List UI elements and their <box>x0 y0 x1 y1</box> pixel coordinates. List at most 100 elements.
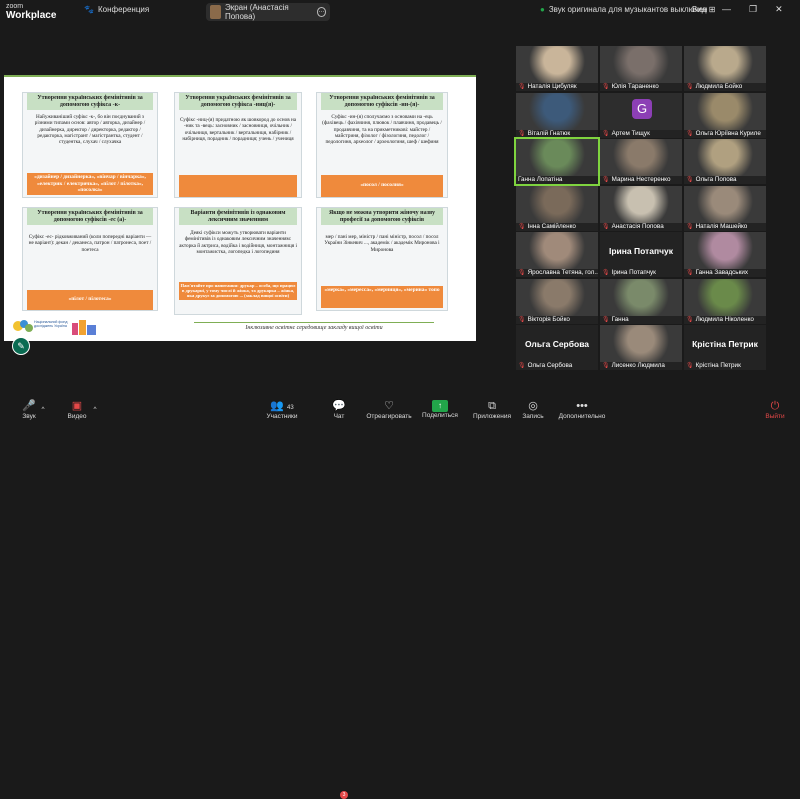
participant-name-label: Ганна Завадських <box>695 269 748 276</box>
participant-name: 🎙 Ольга Попова <box>686 175 737 184</box>
participant-video <box>684 139 766 176</box>
participant-video: G <box>600 92 682 130</box>
participant-name: 🎙 Юлія Тараненко <box>602 82 659 91</box>
more-icon: ••• <box>576 399 588 412</box>
participant-tile[interactable]: 🎙 Юлія Тараненко <box>600 46 682 91</box>
react-button[interactable]: ♡ Отреагировать <box>364 394 414 425</box>
annotate-pencil-icon[interactable]: ✎ <box>12 337 30 355</box>
participant-tile[interactable]: 🎙 Ганна <box>600 278 682 324</box>
participant-name-label: Крістіна Петрик <box>695 362 741 369</box>
record-button[interactable]: ◎ Запись <box>518 394 548 425</box>
participant-video <box>516 139 598 176</box>
video-options[interactable]: ^ <box>90 394 100 425</box>
view-button[interactable]: Вид ⊞ <box>692 5 715 14</box>
participants-button[interactable]: 👥 43 Участники <box>262 394 302 425</box>
original-sound-label: Звук оригинала для музыкантов выключен <box>548 5 708 14</box>
participant-name-label: Марина Нестеренко <box>611 176 671 183</box>
maximize-icon[interactable]: ❐ <box>749 4 757 15</box>
participant-tile[interactable]: 🎙 Лисенко Людмила <box>600 325 682 370</box>
share-button[interactable]: ↑ Поделиться <box>420 394 460 425</box>
participant-tile[interactable]: 🎙 Анастасія Попова <box>600 185 682 231</box>
participant-name: 🎙 Лисенко Людмила <box>602 361 665 370</box>
mic-muted-icon: 🎙 <box>602 177 610 183</box>
record-icon: ◎ <box>528 399 538 412</box>
share-label: Поделиться <box>422 412 458 419</box>
participant-tile[interactable]: 🎙 Віталій Гнатюк <box>516 92 598 138</box>
mic-muted-icon: 🎙 <box>686 130 694 137</box>
minimize-icon[interactable]: — <box>722 4 731 15</box>
shield-check-icon: ● <box>540 5 545 14</box>
participant-tile[interactable]: 🎙 Ольга Попова <box>684 139 766 184</box>
more-options-icon[interactable]: … <box>316 7 326 17</box>
participant-name: 🎙 Анастасія Попова <box>602 222 664 231</box>
participant-tile[interactable]: Ірина Потапчук 🎙 Ірина Потапчук <box>600 232 682 277</box>
video-off-icon: ▣ <box>71 399 83 412</box>
mic-muted-icon: 🎙 <box>686 84 694 90</box>
participants-label: Участники <box>266 412 298 420</box>
participant-name-label: Ярославна Тетяна, гол... <box>527 269 598 276</box>
paw-icon: 🐾 <box>84 5 94 14</box>
audio-options[interactable]: ^ <box>38 394 48 425</box>
apps-button[interactable]: ⧉ Приложения <box>470 394 514 425</box>
participant-tile[interactable]: 🎙 Людмила Бойко <box>684 46 766 91</box>
participant-tile[interactable]: Крістіна Петрик 🎙 Крістіна Петрик <box>684 325 766 370</box>
participant-name-label: Вікторія Бойко <box>527 315 570 323</box>
participant-tile[interactable]: 🎙 Марина Нестеренко <box>600 139 682 184</box>
participant-tile[interactable]: 🎙 Ярославна Тетяна, гол... <box>516 232 598 277</box>
mic-muted-icon: 🎤 <box>22 399 36 412</box>
participant-tile[interactable]: 🎙 Людмила Ніколенко <box>684 278 766 324</box>
participant-big-name: Ольга Сербова <box>524 339 590 349</box>
slide-top-border <box>4 75 476 77</box>
conference-label: Конференция <box>97 5 150 14</box>
participant-name-label: Ольга Сербова <box>527 362 573 369</box>
participants-count: 43 <box>287 404 294 411</box>
participant-video <box>684 232 766 269</box>
mic-muted-icon: 🎙 <box>518 316 526 323</box>
card-body: Суфікс -ес- рідковживаний (коли попередн… <box>28 234 152 253</box>
mic-muted-icon: 🎙 <box>518 84 526 90</box>
participant-name-label: Артем Тищук <box>611 129 650 137</box>
chat-icon: 💬 <box>332 399 346 412</box>
participant-tile[interactable]: 🎙 Ольга Юріївна Куриле <box>684 92 766 138</box>
participant-name-label: Віталій Гнатюк <box>527 129 571 137</box>
participant-tile[interactable]: Ганна Лопатіна <box>514 137 600 186</box>
participant-tile[interactable]: 🎙 Наталія Цибуляк <box>516 46 598 91</box>
participant-name: 🎙 Ольга Юріївна Куриле <box>686 129 761 138</box>
shared-screen: Утворення українських фемінітивів за доп… <box>4 75 476 341</box>
participant-name-label: Людмила Бойко <box>695 83 743 90</box>
mic-muted-icon: 🎙 <box>686 177 694 183</box>
mic-muted-icon: 🎙 <box>518 270 526 276</box>
mic-muted-icon: 🎙 <box>602 363 610 369</box>
leave-button[interactable]: ⏻ Выйти <box>760 394 790 425</box>
chat-button[interactable]: 💬 Чат <box>326 394 352 425</box>
slide-footer-line <box>194 322 434 323</box>
more-button[interactable]: ••• Дополнительно <box>556 394 608 425</box>
participant-name-label: Анастасія Попова <box>611 222 664 230</box>
participant-name: Ганна Лопатіна <box>518 175 562 184</box>
participant-tile[interactable]: 🎙 Ганна Завадських <box>684 232 766 277</box>
participant-name-label: Наталія Цибуляк <box>527 83 577 90</box>
participant-tile[interactable]: Ольга Сербова 🎙 Ольга Сербова <box>516 325 598 370</box>
participant-tile[interactable]: 🎙 Інна Самійленко <box>516 185 598 231</box>
react-label: Отреагировать <box>366 412 412 420</box>
logo-text: Національний фонд досліджень Україна <box>34 320 68 328</box>
participant-tile[interactable]: G 🎙 Артем Тищук <box>600 92 682 138</box>
participant-name: 🎙 Вікторія Бойко <box>518 315 570 324</box>
card-footer: Пам'ятайте про напитання: друкар – особа… <box>179 282 297 300</box>
app-logo: zoom Workplace <box>6 2 56 22</box>
mic-muted-icon: 🎙 <box>518 223 526 230</box>
mic-muted-icon: 🎙 <box>686 316 694 323</box>
participant-gallery: 🎙 Наталія Цибуляк 🎙 Юлія Тараненко 🎙 Людмила … <box>514 46 768 370</box>
participant-name: 🎙 Наталія Машейко <box>686 222 747 231</box>
video-button[interactable]: ▣ Видео <box>60 394 94 425</box>
original-sound-status[interactable]: ● Звук оригинала для музыкантов выключен <box>540 5 708 14</box>
slide-card-6: Якщо не можна утворити жіночу назву проф… <box>316 207 448 311</box>
card-footer <box>179 175 297 197</box>
close-icon[interactable]: ✕ <box>775 4 783 15</box>
screen-share-pill[interactable]: Экран (Анастасія Попова) … <box>206 3 330 21</box>
participant-tile[interactable]: 🎙 Вікторія Бойко <box>516 278 598 324</box>
participant-name-label: Юлія Тараненко <box>611 83 659 90</box>
conference-tab[interactable]: 🐾 Конференция <box>84 5 149 14</box>
card-title: Утворення українських фемінітивів за доп… <box>321 93 443 110</box>
participant-tile[interactable]: 🎙 Наталія Машейко <box>684 185 766 231</box>
